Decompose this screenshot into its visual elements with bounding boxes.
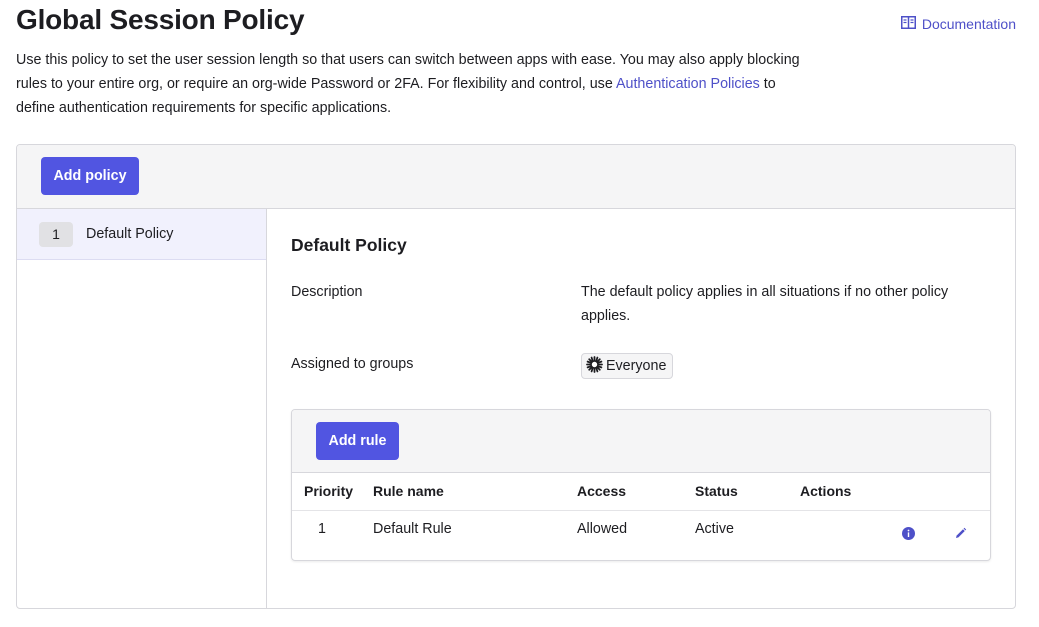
description-label: Description	[291, 284, 363, 300]
policy-list-item-label: Default Policy	[86, 226, 174, 242]
policy-list: 1 Default Policy	[17, 209, 267, 608]
group-chip-everyone[interactable]: Everyone	[581, 353, 674, 379]
rule-status: Active	[695, 521, 734, 538]
policy-list-item[interactable]: 1 Default Policy	[17, 209, 266, 260]
policy-detail: Default Policy Description The default p…	[291, 209, 1015, 608]
add-policy-button[interactable]: Add policy	[41, 157, 139, 195]
info-icon[interactable]	[900, 526, 916, 542]
documentation-label: Documentation	[921, 16, 1016, 32]
description-value: The default policy applies in all situat…	[581, 284, 949, 324]
column-header-actions: Actions	[800, 473, 990, 511]
authentication-policies-link[interactable]: Authentication Policies	[616, 76, 760, 92]
add-rule-button[interactable]: Add rule	[316, 422, 399, 460]
rule-priority: 1	[318, 521, 326, 538]
policy-detail-title: Default Policy	[291, 235, 407, 255]
rule-access: Allowed	[577, 521, 628, 538]
rule-name: Default Rule	[373, 521, 452, 538]
table-row: 1 Default Rule Allowed Active	[292, 510, 990, 548]
policy-card-header: Add policy	[17, 145, 1015, 209]
sunburst-group-icon	[586, 355, 603, 377]
rules-card-header: Add rule	[292, 410, 990, 473]
rule-actions	[800, 510, 990, 548]
table-header-row: Priority Rule name Access Status Actions	[292, 473, 990, 511]
pencil-icon[interactable]	[952, 526, 968, 542]
page: Global Session Policy Documentation Use …	[0, 0, 1039, 627]
groups-label: Assigned to groups	[291, 356, 414, 372]
page-title: Global Session Policy	[16, 4, 305, 35]
documentation-link[interactable]: Documentation	[900, 16, 1016, 32]
intro-paragraph: Use this policy to set the user session …	[16, 48, 816, 120]
column-header-access: Access	[577, 473, 695, 511]
column-header-status: Status	[695, 473, 800, 511]
rules-card: Add rule Priority Rule name Access Statu…	[291, 409, 991, 561]
priority-badge: 1	[39, 221, 73, 247]
group-chip-label: Everyone	[606, 358, 667, 374]
column-header-priority: Priority	[292, 473, 373, 511]
column-header-rule-name: Rule name	[373, 473, 577, 511]
rules-table: Priority Rule name Access Status Actions…	[292, 473, 990, 548]
book-icon	[900, 16, 916, 32]
policy-card: Add policy 1 Default Policy Default Poli…	[16, 144, 1016, 609]
